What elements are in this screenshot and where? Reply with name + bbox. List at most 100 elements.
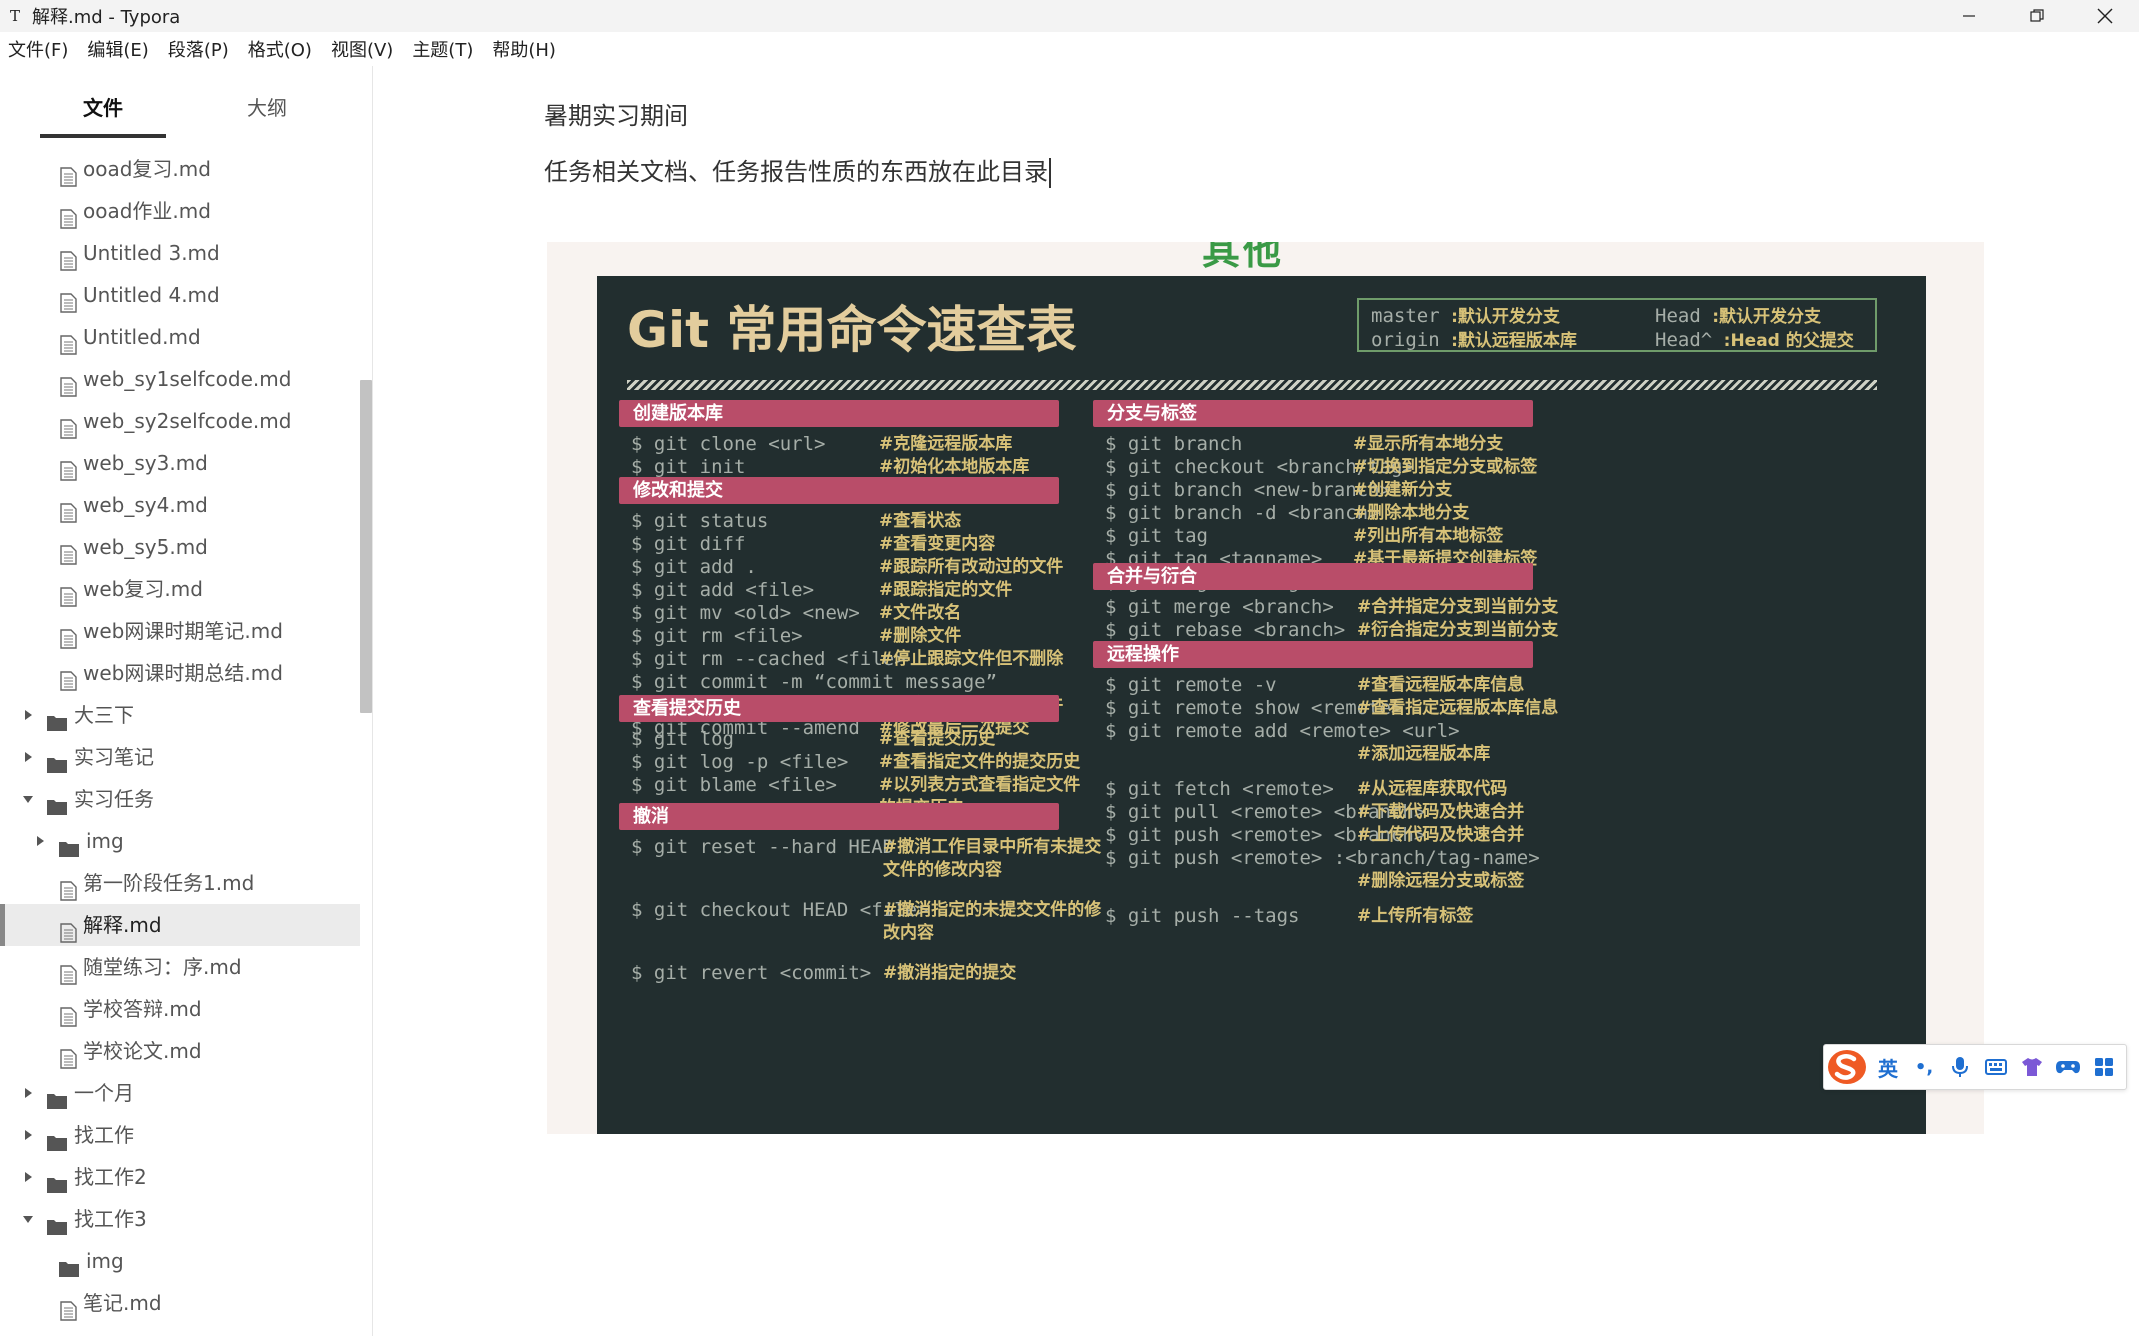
file-item[interactable]: web_sy1selfcode.md [0,358,360,400]
tab-files[interactable]: 文件 [40,86,166,130]
command-text: $ git reset --hard HEAD [631,836,895,858]
command-text: $ git log -p <file> [631,751,849,773]
file-item[interactable]: Untitled 4.md [0,274,360,316]
file-item[interactable]: web_sy4.md [0,484,360,526]
command-text: $ git log [631,728,734,750]
skin-shirt-icon[interactable] [2014,1045,2050,1089]
folder-item[interactable]: img [0,820,360,862]
sogou-logo-icon[interactable] [1824,1045,1870,1089]
ime-language-mode[interactable]: 英 [1870,1045,1906,1089]
document-icon [58,495,80,523]
ref-head-parent-desc: :Head 的父提交 [1723,331,1854,351]
command-note: #跟踪指定的文件 [879,580,1013,600]
file-item[interactable]: web复习.md [0,568,360,610]
file-item[interactable]: 第一阶段任务1.md [0,862,360,904]
folder-item[interactable]: 实习笔记 [0,736,360,778]
caret-down-icon[interactable] [22,1198,34,1240]
menu-format[interactable]: 格式(O) [248,36,312,62]
caret-right-icon[interactable] [22,1156,34,1198]
folder-icon [46,1083,68,1109]
tree-item-label: ooad作业.md [83,199,211,223]
document-icon [58,957,80,985]
folder-item[interactable]: 找工作3 [0,1198,360,1240]
caret-right-icon[interactable] [34,820,46,862]
caret-right-icon[interactable] [22,736,34,778]
menu-help[interactable]: 帮助(H) [492,36,556,62]
menu-theme[interactable]: 主题(T) [412,36,473,62]
file-item[interactable]: Untitled 3.md [0,232,360,274]
folder-item[interactable]: 大三下 [0,694,360,736]
command-note: #查看远程版本库信息 [1357,675,1525,695]
file-item[interactable]: web网课时期笔记.md [0,610,360,652]
ref-head-parent: Head^ :Head 的父提交 [1655,326,1854,351]
menu-view[interactable]: 视图(V) [331,36,393,62]
tree-item-label: 大三下 [74,703,134,727]
sidebar-scrollbar-thumb[interactable] [360,380,372,713]
game-controller-icon[interactable] [2050,1045,2086,1089]
command-note: #创建新分支 [1353,480,1453,500]
menu-bar: 文件(F) 编辑(E) 段落(P) 格式(O) 视图(V) 主题(T) 帮助(H… [0,32,2139,66]
file-item[interactable]: web网课时期总结.md [0,652,360,694]
tree-item-label: web网课时期笔记.md [83,619,283,643]
window-controls [1935,0,2139,32]
command-note: #撤消指定的提交 [883,963,1017,983]
ref-origin-name: origin [1371,329,1452,351]
folder-item[interactable]: 实习任务 [0,778,360,820]
file-item[interactable]: web_sy3.md [0,442,360,484]
git-cheatsheet-image: 其他 Git 常用命令速查表 master :默认开发分支 Head :默认开发… [547,242,1984,1134]
tree-item-label: 实习笔记 [74,745,154,769]
paragraph-2[interactable]: 任务相关文档、任务报告性质的东西放在此目录 [544,152,1051,188]
menu-edit[interactable]: 编辑(E) [87,36,148,62]
caret-right-icon[interactable] [22,694,34,736]
command-note: #停止跟踪文件但不删除 [879,649,1064,669]
folder-item[interactable]: 找工作2 [0,1156,360,1198]
ref-master: master :默认开发分支 [1371,302,1560,327]
editor-area[interactable]: 暑期实习期间 任务相关文档、任务报告性质的东西放在此目录 其他 Git 常用命令… [374,66,2139,1336]
file-item[interactable]: ooad复习.md [0,148,360,190]
menu-paragraph[interactable]: 段落(P) [168,36,229,62]
command-note: #初始化本地版本库 [879,457,1030,477]
image-peek-text: 其他 [1202,242,1285,273]
folder-item[interactable]: 一个月 [0,1072,360,1114]
paragraph-1[interactable]: 暑期实习期间 [544,96,688,131]
menu-file[interactable]: 文件(F) [8,36,68,62]
file-item[interactable]: 解释.md [0,904,360,946]
document-icon [58,579,80,607]
microphone-icon[interactable] [1942,1045,1978,1089]
command-text: $ git mv <old> <new> [631,602,860,624]
command-note: #删除远程分支或标签 [1357,871,1525,891]
command-text: $ git add <file> [631,579,815,601]
folder-item[interactable]: img [0,1240,360,1282]
ref-head-name: Head [1655,305,1713,327]
file-item[interactable]: 学校答辩.md [0,988,360,1030]
command-note: #以列表方式查看指定文件 [879,775,1081,795]
typora-app-icon: T [9,7,20,25]
close-button[interactable] [2071,0,2139,32]
restore-button[interactable] [2003,0,2071,32]
tree-item-label: 找工作2 [74,1165,147,1189]
folder-item[interactable]: 找工作 [0,1114,360,1156]
caret-right-icon[interactable] [22,1114,34,1156]
file-item[interactable]: Untitled.md [0,316,360,358]
ref-head-parent-name: Head^ [1655,329,1724,351]
file-item[interactable]: web_sy5.md [0,526,360,568]
sidebar-scrollbar-track[interactable] [358,148,372,1336]
section-header-merge: 合并与衍合 [1093,563,1533,590]
file-item[interactable]: ooad作业.md [0,190,360,232]
command-text: $ git tag [1105,525,1208,547]
file-item[interactable]: 学校论文.md [0,1030,360,1072]
tab-outline[interactable]: 大纲 [204,86,330,130]
ime-punctuation-mode[interactable]: •, [1906,1045,1942,1089]
toolbox-grid-icon[interactable] [2086,1045,2122,1089]
keyboard-icon[interactable] [1978,1045,2014,1089]
file-item[interactable]: 随堂练习：序.md [0,946,360,988]
file-tree: ooad复习.md ooad作业.md Untitled 3.md Untitled … [0,148,360,1324]
folder-icon [46,1125,68,1151]
document-icon [58,663,80,691]
minimize-button[interactable] [1935,0,2003,32]
file-item[interactable]: 笔记.md [0,1282,360,1324]
file-item[interactable]: web_sy2selfcode.md [0,400,360,442]
caret-right-icon[interactable] [22,1072,34,1114]
command-text: $ git rm --cached <file> [631,648,906,670]
caret-down-icon[interactable] [22,778,34,820]
